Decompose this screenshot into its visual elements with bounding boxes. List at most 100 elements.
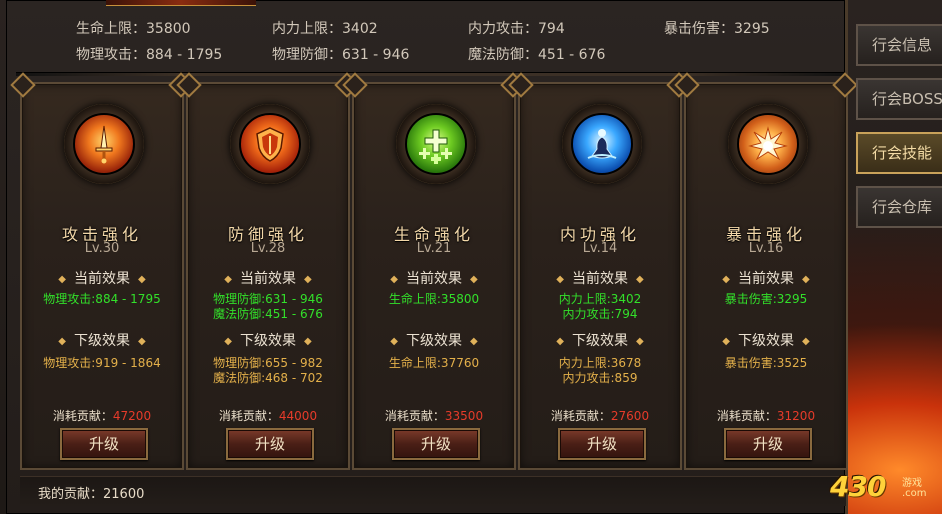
cost-amount: 31200 — [776, 409, 816, 423]
diamond-icon: ◆ — [390, 336, 398, 347]
stat-magic-defense: 魔法防御：451 - 676 — [468, 47, 606, 63]
next-effect-label: ◆ 下级效果 ◆ — [22, 330, 182, 350]
diamond-icon: ◆ — [470, 336, 478, 347]
current-effect-label: ◆ 当前效果 ◆ — [354, 268, 514, 288]
cost-line: 消耗贡献：27600 — [550, 409, 650, 423]
diamond-icon: ◆ — [802, 336, 810, 347]
diamond-icon: ◆ — [636, 336, 644, 347]
next-effect-value: 物理攻击:919 - 1864 — [43, 356, 161, 370]
stats-summary: 生命上限：35800 内力上限：3402 内力攻击：794 暴击伤害：3295 … — [20, 10, 840, 74]
diamond-icon: ◆ — [58, 274, 66, 285]
diamond-icon: ◆ — [304, 274, 312, 285]
cost-amount: 27600 — [610, 409, 650, 423]
next-effect-value: 暴击伤害:3525 — [724, 356, 808, 370]
stat-crit-damage: 暴击伤害：3295 — [664, 21, 770, 37]
upgrade-button-defense[interactable]: 升级 — [226, 428, 314, 460]
next-effect-value: 内力上限:3678 — [558, 356, 642, 370]
diamond-icon: ◆ — [138, 336, 146, 347]
next-effect-label: ◆ 下级效果 ◆ — [520, 330, 680, 350]
diamond-icon: ◆ — [58, 336, 66, 347]
skill-card-defense: 防御强化 Lv.28 ◆ 当前效果 ◆ 物理防御:631 - 946 魔法防御:45… — [186, 82, 350, 470]
current-effect-value: 内力攻击:794 — [562, 307, 638, 321]
tab-guild-info[interactable]: 行会信息 — [856, 24, 942, 66]
skill-orb-frame — [64, 104, 144, 184]
stat-physical-attack: 物理攻击：884 - 1795 — [76, 47, 223, 63]
diamond-icon: ◆ — [224, 274, 232, 285]
my-contribution: 我的贡献：21600 — [38, 487, 145, 502]
diamond-icon: ◆ — [224, 336, 232, 347]
meditation-icon — [571, 113, 633, 175]
watermark-logo-text: 430 — [830, 470, 886, 503]
cost-amount: 44000 — [278, 409, 318, 423]
next-effect-value: 物理防御:655 - 982 — [213, 356, 323, 370]
current-effect-label: ◆ 当前效果 ◆ — [188, 268, 348, 288]
current-effect-value: 魔法防御:451 - 676 — [213, 307, 323, 321]
current-effect-value: 暴击伤害:3295 — [724, 292, 808, 306]
explosion-icon — [737, 113, 799, 175]
watermark-domain: .com — [902, 488, 927, 499]
skill-orb-frame — [562, 104, 642, 184]
watermark-subtext: 游戏 — [902, 478, 922, 489]
tab-guild-skills[interactable]: 行会技能 — [856, 132, 942, 174]
diamond-icon: ◆ — [470, 274, 478, 285]
current-effect-value: 物理防御:631 - 946 — [213, 292, 323, 306]
next-effect-label: ◆ 下级效果 ◆ — [188, 330, 348, 350]
current-effect-value: 生命上限:35800 — [388, 292, 480, 306]
stat-inner-attack: 内力攻击：794 — [468, 21, 565, 37]
cost-amount: 33500 — [444, 409, 484, 423]
skill-card-life: 生命强化 Lv.21 ◆ 当前效果 ◆ 生命上限:35800 ◆ 下级效果 ◆ 生命上限… — [352, 82, 516, 470]
current-effect-label: ◆ 当前效果 ◆ — [520, 268, 680, 288]
stats-divider — [16, 72, 844, 76]
diamond-icon: ◆ — [802, 274, 810, 285]
next-effect-value: 魔法防御:468 - 702 — [213, 371, 323, 385]
diamond-icon: ◆ — [636, 274, 644, 285]
next-effect-label: ◆ 下级效果 ◆ — [354, 330, 514, 350]
tab-guild-storage[interactable]: 行会仓库 — [856, 186, 942, 228]
current-effect-label: ◆ 当前效果 ◆ — [686, 268, 846, 288]
diamond-icon: ◆ — [556, 336, 564, 347]
skill-level: Lv.16 — [748, 241, 784, 256]
current-effect-label: ◆ 当前效果 ◆ — [22, 268, 182, 288]
cost-line: 消耗贡献：33500 — [384, 409, 484, 423]
diamond-icon: ◆ — [390, 274, 398, 285]
skill-level: Lv.14 — [582, 241, 618, 256]
green-cross-icon — [405, 113, 467, 175]
site-watermark-logo: 430 游戏 .com — [828, 470, 942, 514]
diamond-icon: ◆ — [722, 336, 730, 347]
current-effect-value: 内力上限:3402 — [558, 292, 642, 306]
top-ornament — [106, 0, 256, 6]
next-effect-label: ◆ 下级效果 ◆ — [686, 330, 846, 350]
cost-line: 消耗贡献：47200 — [52, 409, 152, 423]
flaming-shield-icon — [239, 113, 301, 175]
next-effect-value: 生命上限:37760 — [388, 356, 480, 370]
next-effect-value: 内力攻击:859 — [562, 371, 638, 385]
cost-amount: 47200 — [112, 409, 152, 423]
skill-level: Lv.21 — [416, 241, 452, 256]
stat-physical-defense: 物理防御：631 - 946 — [272, 47, 410, 63]
skill-orb-frame — [396, 104, 476, 184]
cost-line: 消耗贡献：31200 — [716, 409, 816, 423]
guild-skill-panel: 生命上限：35800 内力上限：3402 内力攻击：794 暴击伤害：3295 … — [6, 0, 848, 514]
skill-card-inner-power: 内功强化 Lv.14 ◆ 当前效果 ◆ 内力上限:3402 内力攻击:794 ◆ 下级… — [518, 82, 682, 470]
skill-orb-frame — [728, 104, 808, 184]
cost-line: 消耗贡献：44000 — [218, 409, 318, 423]
skill-level: Lv.30 — [84, 241, 120, 256]
upgrade-button-crit[interactable]: 升级 — [724, 428, 812, 460]
skill-level: Lv.28 — [250, 241, 286, 256]
flaming-sword-icon — [73, 113, 135, 175]
upgrade-button-attack[interactable]: 升级 — [60, 428, 148, 460]
upgrade-button-inner-power[interactable]: 升级 — [558, 428, 646, 460]
tab-guild-boss[interactable]: 行会BOSS — [856, 78, 942, 120]
upgrade-button-life[interactable]: 升级 — [392, 428, 480, 460]
diamond-icon: ◆ — [556, 274, 564, 285]
skill-card-crit: 暴击强化 Lv.16 ◆ 当前效果 ◆ 暴击伤害:3295 ◆ 下级效果 ◆ 暴击伤害:… — [684, 82, 848, 470]
stat-max-hp: 生命上限：35800 — [76, 21, 191, 37]
bottom-bar: 我的贡献：21600 — [20, 476, 846, 506]
diamond-icon: ◆ — [722, 274, 730, 285]
diamond-icon: ◆ — [138, 274, 146, 285]
current-effect-value: 物理攻击:884 - 1795 — [43, 292, 161, 306]
skill-orb-frame — [230, 104, 310, 184]
stat-max-inner-power: 内力上限：3402 — [272, 21, 378, 37]
diamond-icon: ◆ — [304, 336, 312, 347]
skill-card-attack: 攻击强化 Lv.30 ◆ 当前效果 ◆ 物理攻击:884 - 1795 ◆ 下级效果 ◆… — [20, 82, 184, 470]
